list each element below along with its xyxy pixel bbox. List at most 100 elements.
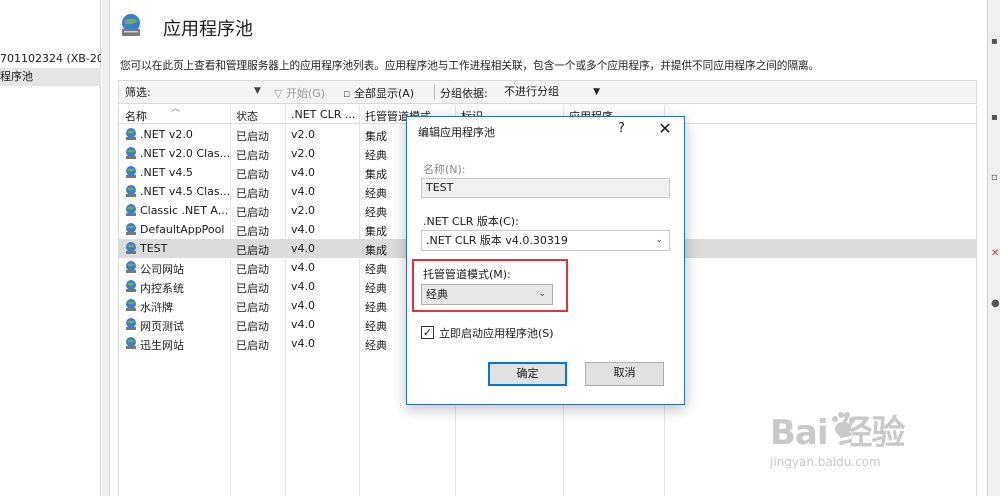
cell-clr: v2.0: [291, 204, 316, 217]
tree-node-server[interactable]: 701102324 (XB-201: [0, 50, 101, 68]
app-pool-row-icon: [126, 185, 136, 197]
paw-icon: [832, 412, 855, 436]
app-pool-row-icon: [126, 223, 136, 235]
cell-pipeline: 经典: [365, 206, 387, 219]
cell-status: 已启动: [236, 320, 269, 333]
name-label: 名称(N):: [423, 163, 466, 176]
cell-clr: v4.0: [291, 223, 316, 236]
app-pool-row-icon: [126, 147, 136, 159]
action-icon[interactable]: ▪: [991, 36, 998, 47]
cell-status: 已启动: [236, 168, 269, 181]
cell-pipeline: 经典: [365, 320, 387, 333]
page-title: 应用程序池: [163, 19, 253, 40]
autostart-checkbox[interactable]: ✓: [421, 326, 434, 339]
cell-clr: v4.0: [291, 337, 316, 350]
toolbar-separator: [434, 84, 435, 100]
cell-name: .NET v2.0: [140, 128, 193, 141]
column-header-name[interactable]: 名称: [125, 108, 147, 124]
cell-clr: v4.0: [291, 280, 316, 293]
app-pool-row-icon: [126, 166, 136, 178]
sort-ascending-icon: ︿: [171, 104, 181, 114]
cell-name: .NET v4.5 Clas...: [140, 185, 230, 198]
cell-name: DefaultAppPool: [140, 223, 225, 236]
cell-pipeline: 经典: [365, 149, 387, 162]
cell-pipeline: 集成: [365, 130, 387, 143]
chevron-down-icon: ▼: [593, 87, 600, 97]
clr-version-label: .NET CLR 版本(C):: [423, 215, 519, 228]
cell-clr: v4.0: [291, 261, 316, 274]
app-pool-icon: [122, 14, 140, 36]
help-icon[interactable]: ●: [991, 298, 1000, 309]
funnel-icon: ▽: [274, 87, 283, 100]
pipeline-mode-label: 托管管道模式(M):: [423, 268, 511, 281]
cell-status: 已启动: [236, 282, 269, 295]
cell-name: 内控系统: [140, 282, 184, 295]
cell-status: 已启动: [236, 301, 269, 314]
cell-pipeline: 经典: [365, 301, 387, 314]
filter-toolbar: 筛选: ▼ ▽ 开始(G) ▫ 全部显示(A) 分组依据: 不进行分组 ▼: [118, 80, 977, 104]
group-by-select[interactable]: 不进行分组 ▼: [500, 83, 604, 101]
cell-name: Classic .NET A...: [140, 204, 229, 217]
cancel-button[interactable]: 取消: [585, 362, 664, 386]
cell-pipeline: 经典: [365, 187, 387, 200]
cell-pipeline: 经典: [365, 263, 387, 276]
cell-clr: v2.0: [291, 147, 316, 160]
tree-node-app-pools[interactable]: 程序池: [0, 68, 101, 86]
column-header-clr[interactable]: .NET CLR ...: [291, 108, 355, 121]
ok-button[interactable]: 确定: [488, 362, 567, 386]
filter-label: 筛选:: [125, 86, 151, 99]
remove-icon[interactable]: ✕: [991, 248, 999, 259]
go-label: 开始(G): [285, 87, 326, 100]
watermark-url: jingyan.baidu.com: [770, 455, 881, 469]
show-all-icon: ▫: [343, 87, 351, 100]
dialog-title: 编辑应用程序池: [418, 126, 495, 139]
cell-name: .NET v4.5: [140, 166, 193, 179]
cell-clr: v2.0: [291, 128, 316, 141]
pipeline-mode-select[interactable]: 经典 ⌄: [421, 284, 553, 305]
app-pool-row-icon: [126, 204, 136, 216]
cell-clr: v4.0: [291, 166, 316, 179]
app-pool-row-icon: [126, 299, 136, 311]
edit-app-pool-dialog: 编辑应用程序池 ? ✕ 名称(N): TEST .NET CLR 版本(C): …: [406, 116, 685, 405]
splitter[interactable]: [102, 0, 110, 496]
connections-tree: 701102324 (XB-201 程序池: [0, 0, 101, 496]
actions-panel: ▪ ▪ ▫ ✕ ●: [987, 0, 1000, 496]
name-field[interactable]: TEST: [421, 178, 670, 198]
filter-dropdown-icon[interactable]: ▼: [254, 86, 261, 96]
cell-status: 已启动: [236, 149, 269, 162]
cell-clr: v4.0: [291, 299, 316, 312]
cell-status: 已启动: [236, 339, 269, 352]
app-pool-row-icon: [126, 261, 136, 273]
cell-name: 网页测试: [140, 320, 184, 333]
chevron-down-icon: ⌄: [538, 289, 546, 299]
cell-clr: v4.0: [291, 318, 316, 331]
close-icon[interactable]: ✕: [654, 118, 676, 140]
cell-status: 已启动: [236, 130, 269, 143]
cell-status: 已启动: [236, 206, 269, 219]
cell-pipeline: 经典: [365, 339, 387, 352]
cell-clr: v4.0: [291, 242, 316, 255]
cell-name: 水浒牌: [140, 301, 173, 314]
cell-name: .NET v2.0 Clas...: [140, 147, 230, 160]
cell-pipeline: 集成: [365, 244, 387, 257]
clr-version-select[interactable]: .NET CLR 版本 v4.0.30319 ⌄: [421, 230, 670, 251]
show-all-label: 全部显示(A): [353, 87, 415, 100]
cell-status: 已启动: [236, 225, 269, 238]
cell-name: TEST: [140, 242, 168, 255]
column-header-status[interactable]: 状态: [236, 108, 258, 124]
action-icon[interactable]: ▫: [991, 172, 998, 183]
help-button[interactable]: ?: [618, 121, 625, 136]
baidu-watermark: Bai 经验 jingyan.baidu.com: [770, 405, 970, 485]
page-description: 您可以在此页上查看和管理服务器上的应用程序池列表。应用程序池与工作进程相关联，包…: [120, 60, 820, 72]
app-pool-row-icon: [126, 318, 136, 330]
app-pool-row-icon: [126, 337, 136, 349]
show-all-button[interactable]: ▫ 全部显示(A): [343, 85, 414, 101]
autostart-label[interactable]: 立即启动应用程序池(S): [439, 325, 554, 341]
cell-pipeline: 集成: [365, 168, 387, 181]
cell-clr: v4.0: [291, 185, 316, 198]
go-button[interactable]: ▽ 开始(G): [274, 85, 325, 101]
cell-status: 已启动: [236, 244, 269, 257]
action-icon[interactable]: ▪: [991, 112, 998, 123]
clr-version-value: .NET CLR 版本 v4.0.30319: [426, 234, 568, 247]
group-by-value: 不进行分组: [504, 85, 559, 98]
